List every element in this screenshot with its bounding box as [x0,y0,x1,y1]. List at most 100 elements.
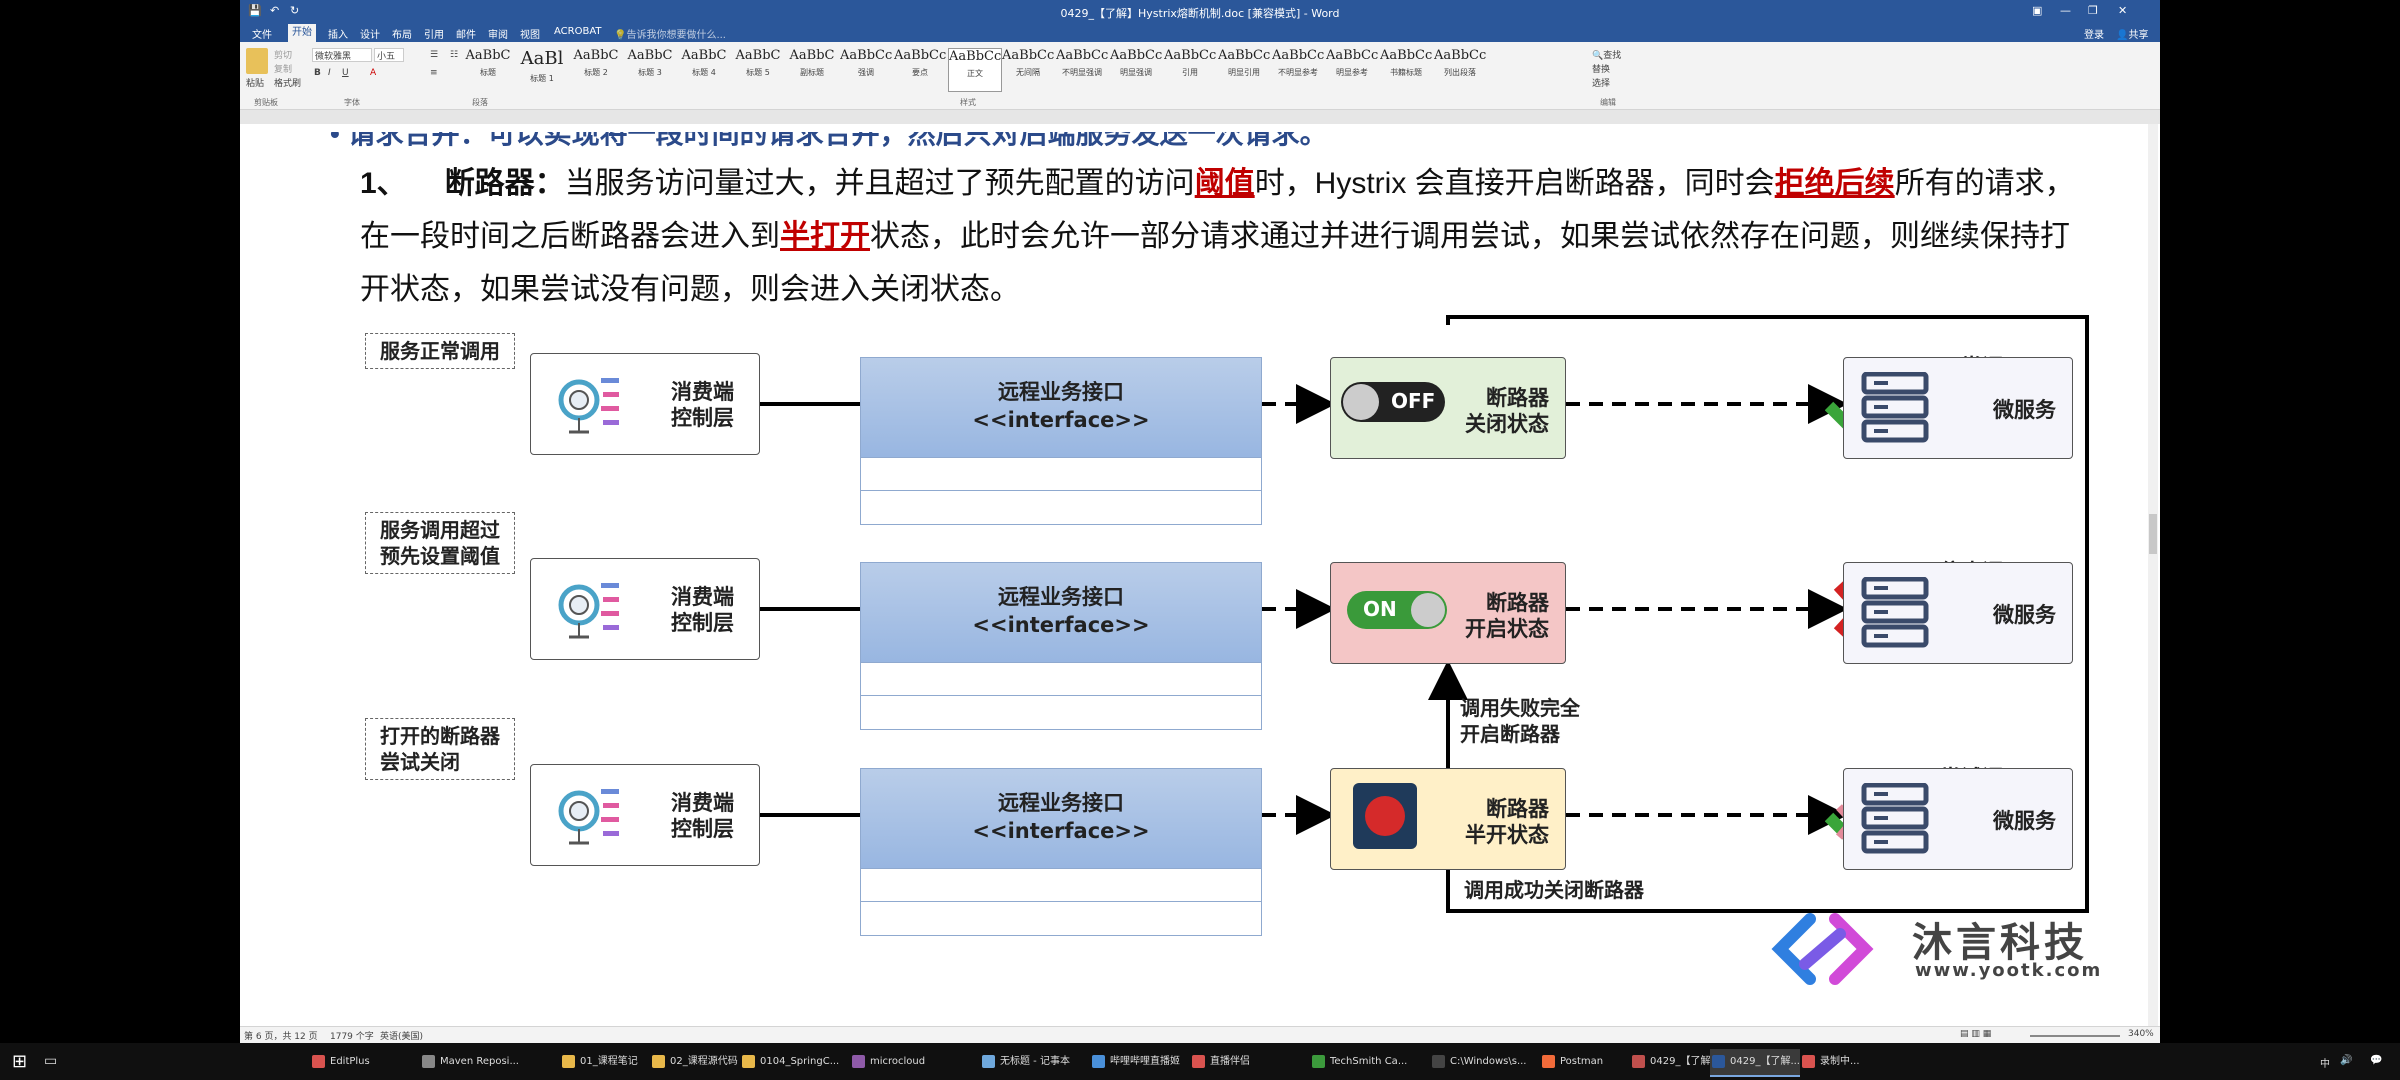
windows-start-icon[interactable]: ⊞ [12,1051,27,1072]
style-sample: AaBbC [789,48,835,63]
taskbar-item[interactable]: 0429_【了解... [1710,1049,1800,1077]
logo-url: www.yootk.com [1915,960,2103,981]
taskbar-item[interactable]: 哔哩哔哩直播姬 [1090,1049,1180,1075]
select-button[interactable]: 选择 [1592,76,1610,89]
tell-me-box[interactable]: 💡告诉我你想要做什么... [610,26,730,41]
style-item[interactable]: AaBbC 副标题 [786,48,838,90]
tab-file[interactable]: 文件 [248,26,276,41]
zoom-slider[interactable] [2030,1035,2120,1037]
style-sample: AaBbC [465,48,511,63]
view-icons[interactable]: ▤ ▥ ▦ [1960,1029,1991,1039]
task-view-icon[interactable]: ▭ [44,1053,57,1069]
share-button[interactable]: 👤共享 [2112,26,2152,41]
minimize-icon[interactable]: — [2060,4,2071,17]
app-icon [1542,1055,1555,1068]
style-item[interactable]: AaBbC 标题 4 [678,48,730,90]
style-sample: AaBbCcDc [1110,48,1162,63]
taskbar-item[interactable]: 0429_【了解... [1630,1049,1720,1075]
window-title: 0429_【了解】Hystrix熔断机制.doc [兼容模式] - Word [1060,7,1340,20]
taskbar-item[interactable]: EditPlus [310,1049,370,1075]
style-item[interactable]: AaBbCcDc 正文 [948,48,1002,92]
taskbar-item[interactable]: 0104_SpringC... [740,1049,839,1075]
interface-row [860,457,1262,492]
word-count[interactable]: 1779 个字 [330,1029,374,1042]
ribbon-display-icon[interactable]: ▣ [2032,4,2042,17]
taskbar-label: 哔哩哔哩直播姬 [1110,1056,1180,1067]
tab-home[interactable]: 开始 [288,24,316,42]
style-name: 标题 5 [746,68,770,77]
zoom-level[interactable]: 340% [2128,1029,2154,1039]
scrollbar-thumb[interactable] [2149,514,2157,554]
style-item[interactable]: AaBbCcDc 不明显强调 [1056,48,1108,90]
consumer-box: 消费端 控制层 [530,558,760,660]
paste-icon[interactable] [246,48,268,74]
tab-mailings[interactable]: 邮件 [452,26,480,41]
style-item[interactable]: AaBbCcD 要点 [894,48,946,90]
restore-icon[interactable]: ❐ [2088,4,2098,17]
style-name: 不明显强调 [1062,68,1102,77]
style-item[interactable]: AaBbCcDc 无间隔 [1002,48,1054,90]
taskbar-label: Postman [1560,1056,1604,1067]
app-icon [652,1055,665,1068]
tab-layout[interactable]: 布局 [388,26,416,41]
style-item[interactable]: AaBbCcDc 明显引用 [1218,48,1270,90]
language[interactable]: 英语(美国) [380,1029,423,1042]
taskbar-item[interactable]: 无标题 - 记事本 [980,1049,1070,1075]
bold-button[interactable]: B [314,68,321,78]
close-icon[interactable]: ✕ [2118,4,2127,17]
vertical-scrollbar[interactable] [2148,124,2158,1026]
bullets-icon[interactable]: ☰ [430,50,438,60]
format-painter-button[interactable]: 格式刷 [274,76,301,89]
group-editing: 编辑 [1600,98,1616,107]
replace-button[interactable]: 替换 [1592,62,1610,75]
taskbar-item[interactable]: TechSmith Ca... [1310,1049,1407,1075]
find-button[interactable]: 🔍查找 [1592,48,1621,61]
style-sample: AaBbCcI [1380,48,1432,63]
style-item[interactable]: AaBbCcD 明显参考 [1326,48,1378,90]
taskbar-item[interactable]: microcloud [850,1049,925,1075]
app-icon [1632,1055,1645,1068]
taskbar-item[interactable]: 直播伴侣 [1190,1049,1250,1075]
font-name-select[interactable]: 微软雅黑 [312,48,372,62]
volume-icon[interactable]: 🔊 [2340,1055,2352,1066]
style-item[interactable]: AaBbC 标题 2 [570,48,622,90]
breaker-box: 断路器 半开状态 [1330,768,1566,870]
page-count[interactable]: 第 6 页，共 12 页 [244,1029,318,1042]
consumer-box: 消费端 控制层 [530,353,760,455]
taskbar-item[interactable]: 02_课程源代码 [650,1049,738,1075]
ime-indicator[interactable]: 中 [2320,1055,2330,1070]
style-item[interactable]: AaBbCcDc 列出段落 [1434,48,1486,90]
style-item[interactable]: AaBbCcI 书籍标题 [1380,48,1432,90]
style-item[interactable]: AaBbCcDc 强调 [840,48,892,90]
style-item[interactable]: AaBbCcDc 明显强调 [1110,48,1162,90]
style-item[interactable]: AaBbC 标题 3 [624,48,676,90]
tab-view[interactable]: 视图 [516,26,544,41]
taskbar-item[interactable]: 01_课程笔记 [560,1049,638,1075]
style-sample: AaBbC [573,48,619,63]
italic-button[interactable]: I [328,68,331,78]
align-icon[interactable]: ≡ [430,68,438,78]
style-item[interactable]: AaBbCcDc 引用 [1164,48,1216,90]
numbering-icon[interactable]: ☷ [450,50,458,60]
tab-acrobat[interactable]: ACROBAT [550,26,606,37]
taskbar-item[interactable]: Postman [1540,1049,1603,1075]
tab-design[interactable]: 设计 [356,26,384,41]
copy-button[interactable]: 复制 [274,62,292,75]
tab-review[interactable]: 审阅 [484,26,512,41]
notification-icon[interactable]: 💬 [2370,1055,2382,1066]
cut-button[interactable]: 剪切 [274,48,292,61]
taskbar-item[interactable]: C:\Windows\s... [1430,1049,1526,1075]
font-color-button[interactable]: A [370,68,376,78]
style-item[interactable]: AaBbCcD 不明显参考 [1272,48,1324,90]
tab-references[interactable]: 引用 [420,26,448,41]
style-item[interactable]: AaBbC 标题 5 [732,48,784,90]
underline-button[interactable]: U [342,68,349,78]
font-size-select[interactable]: 小五 [374,48,404,62]
tab-insert[interactable]: 插入 [324,26,352,41]
style-item[interactable]: AaBbC 标题 [462,48,514,90]
taskbar-item[interactable]: 录制中... [1800,1049,1860,1075]
login-link[interactable]: 登录 [2080,26,2108,41]
interface-stereotype: <<interface>> [972,819,1150,843]
taskbar-item[interactable]: Maven Reposi... [420,1049,519,1075]
style-item[interactable]: AaBl 标题 1 [516,48,568,90]
